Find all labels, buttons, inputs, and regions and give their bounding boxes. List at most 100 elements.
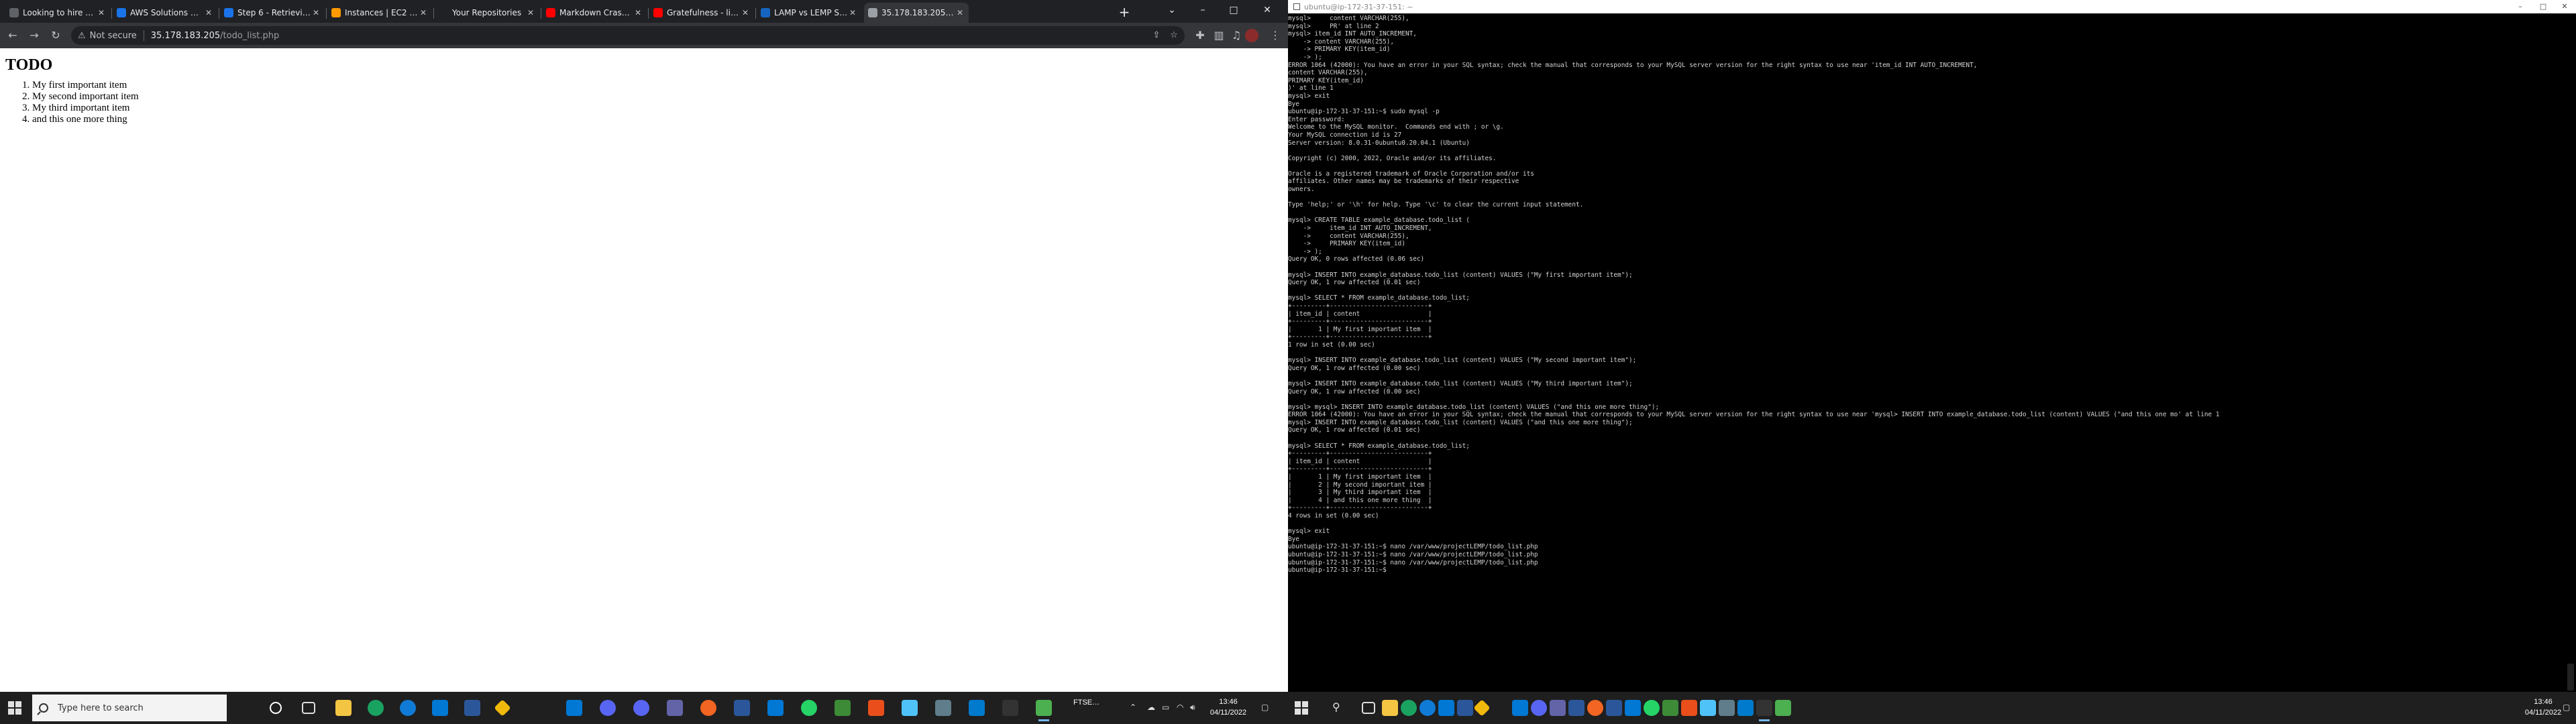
star-icon[interactable]: ☆ [1169,30,1179,41]
tab-close-icon[interactable]: ✕ [633,8,643,17]
close-window-icon[interactable]: ✕ [2555,0,2575,13]
chrome-icon[interactable] [368,700,384,716]
app-icon[interactable] [868,700,884,716]
whatsapp-icon[interactable] [801,700,817,716]
app-icon[interactable] [1681,700,1697,716]
app-icon[interactable] [464,700,480,716]
tab-close-icon[interactable]: ✕ [526,8,535,17]
browser-tab[interactable]: 35.178.183.205/todo…✕ [864,3,969,23]
file-explorer-icon[interactable] [335,700,352,716]
browser-tab[interactable]: Markdown Crash Cou…✕ [542,3,647,23]
share-icon[interactable]: ⇪ [1151,30,1162,41]
volume-icon[interactable]: 🔊︎ [1190,703,1195,713]
vscode-icon[interactable] [969,700,985,716]
word-icon[interactable] [734,700,750,716]
notification-icon[interactable]: ▢ [1261,703,1269,712]
app-icon[interactable] [1625,700,1641,716]
taskbar-search-input[interactable]: Type here to search [32,695,227,721]
app-icon[interactable] [902,700,918,716]
scrollbar-thumb[interactable] [2567,664,2574,690]
browser-tab[interactable]: Gratefulness - live pro…✕ [649,3,754,23]
app-icon[interactable] [1457,700,1473,716]
mail-icon[interactable] [1438,700,1454,716]
address-bar[interactable]: ⚠ Not secure 35.178.183.205/todo_list.ph… [71,26,1185,45]
word-icon[interactable] [1568,700,1585,716]
browser-tab[interactable]: Looking to hire AWS / …✕ [5,3,110,23]
discord-icon[interactable] [1531,700,1547,716]
sidepanel-icon[interactable]: ▥ [1212,28,1226,43]
extensions-icon[interactable]: ✚ [1193,28,1208,43]
app-icon[interactable] [767,700,784,716]
tab-close-icon[interactable]: ✕ [97,8,106,17]
browser-tab[interactable]: Your Repositories ✕ [435,3,539,23]
task-view-icon[interactable] [1362,702,1375,714]
app-icon[interactable] [1036,700,1052,721]
app-icon[interactable] [1587,700,1603,716]
browser-tab[interactable]: Instances | EC2 Mana…✕ [327,3,432,23]
reload-icon[interactable]: ↻ [48,28,63,43]
store-icon[interactable] [566,700,582,716]
notification-icon[interactable]: ▢ [2563,703,2570,712]
app-icon[interactable] [700,700,716,716]
tab-close-icon[interactable]: ✕ [311,8,321,17]
file-explorer-icon[interactable] [1382,700,1398,716]
app-icon[interactable] [935,700,951,716]
teams-icon[interactable] [667,700,683,716]
terminal-icon[interactable] [1002,700,1018,716]
app-icon[interactable] [835,700,851,716]
menu-kebab-icon[interactable]: ⋮ [1268,28,1283,43]
mail-icon[interactable] [432,700,448,716]
app-icon[interactable] [1719,700,1735,716]
browser-tab[interactable]: Step 6 - Retrieving da…✕ [220,3,325,23]
system-clock[interactable]: 13:46 04/11/2022 [2520,697,2567,718]
edge-icon[interactable] [1419,700,1436,716]
app-icon[interactable] [1775,700,1791,716]
edge-icon[interactable] [400,700,416,716]
new-tab-button[interactable]: + [1116,4,1132,20]
minimize-icon[interactable]: – [2510,0,2530,13]
terminal-scrollbar[interactable] [2565,13,2576,692]
terminal-icon[interactable] [1756,700,1772,721]
tab-close-icon[interactable]: ✕ [955,8,965,17]
whatsapp-icon[interactable] [1644,700,1660,716]
forward-arrow-icon[interactable]: → [27,28,42,43]
media-icon[interactable]: ♫ [1229,28,1244,43]
app-icon[interactable] [1700,700,1716,716]
store-icon[interactable] [1512,700,1528,716]
task-view-icon[interactable] [302,702,315,714]
profile-avatar[interactable] [1245,29,1258,42]
close-window-icon[interactable]: ✕ [1252,0,1283,20]
network-icon[interactable]: ☁ [1147,703,1155,712]
terminal-window[interactable]: ubuntu@ip-172-31-37-151: ~ – □ ✕ mysql> … [1288,0,2576,692]
tab-close-icon[interactable]: ✕ [741,8,750,17]
binance-icon[interactable] [1473,699,1491,717]
terminal-output[interactable]: mysql> content VARCHAR(255), mysql> PR' a… [1288,13,2565,692]
minimize-icon[interactable]: – [1187,0,1218,20]
chrome-icon[interactable] [1401,700,1417,716]
teams-icon[interactable] [1550,700,1566,716]
stock-ticker[interactable]: FTSE… [1073,697,1099,708]
app-icon[interactable] [1662,700,1678,716]
cortana-icon[interactable] [270,702,282,714]
binance-icon[interactable] [494,699,511,717]
windows-start-icon[interactable] [8,701,21,715]
windows-start-icon[interactable] [1295,701,1308,715]
browser-tab[interactable]: LAMP vs LEMP Stack✕ [757,3,861,23]
tab-close-icon[interactable]: ✕ [419,8,428,17]
system-clock[interactable]: 13:46 04/11/2022 [1205,697,1252,718]
search-icon[interactable]: ⚲ [1332,701,1340,713]
discord-icon[interactable] [633,700,649,716]
tab-close-icon[interactable]: ✕ [204,8,213,17]
chevron-up-icon[interactable]: ⌃ [1130,703,1136,712]
discord-icon[interactable] [600,700,616,716]
vscode-icon[interactable] [1737,700,1754,716]
tab-close-icon[interactable]: ✕ [848,8,857,17]
back-arrow-icon[interactable]: ← [5,28,20,43]
word-icon[interactable] [1606,700,1622,716]
maximize-icon[interactable]: □ [2533,0,2553,13]
browser-tab[interactable]: AWS Solutions Archit…✕ [113,3,217,23]
battery-icon[interactable]: ▭ [1162,703,1169,712]
maximize-icon[interactable]: □ [1218,0,1249,20]
chevron-down-icon[interactable]: ⌄ [1157,0,1187,20]
wifi-icon[interactable]: ◠ [1177,703,1183,712]
